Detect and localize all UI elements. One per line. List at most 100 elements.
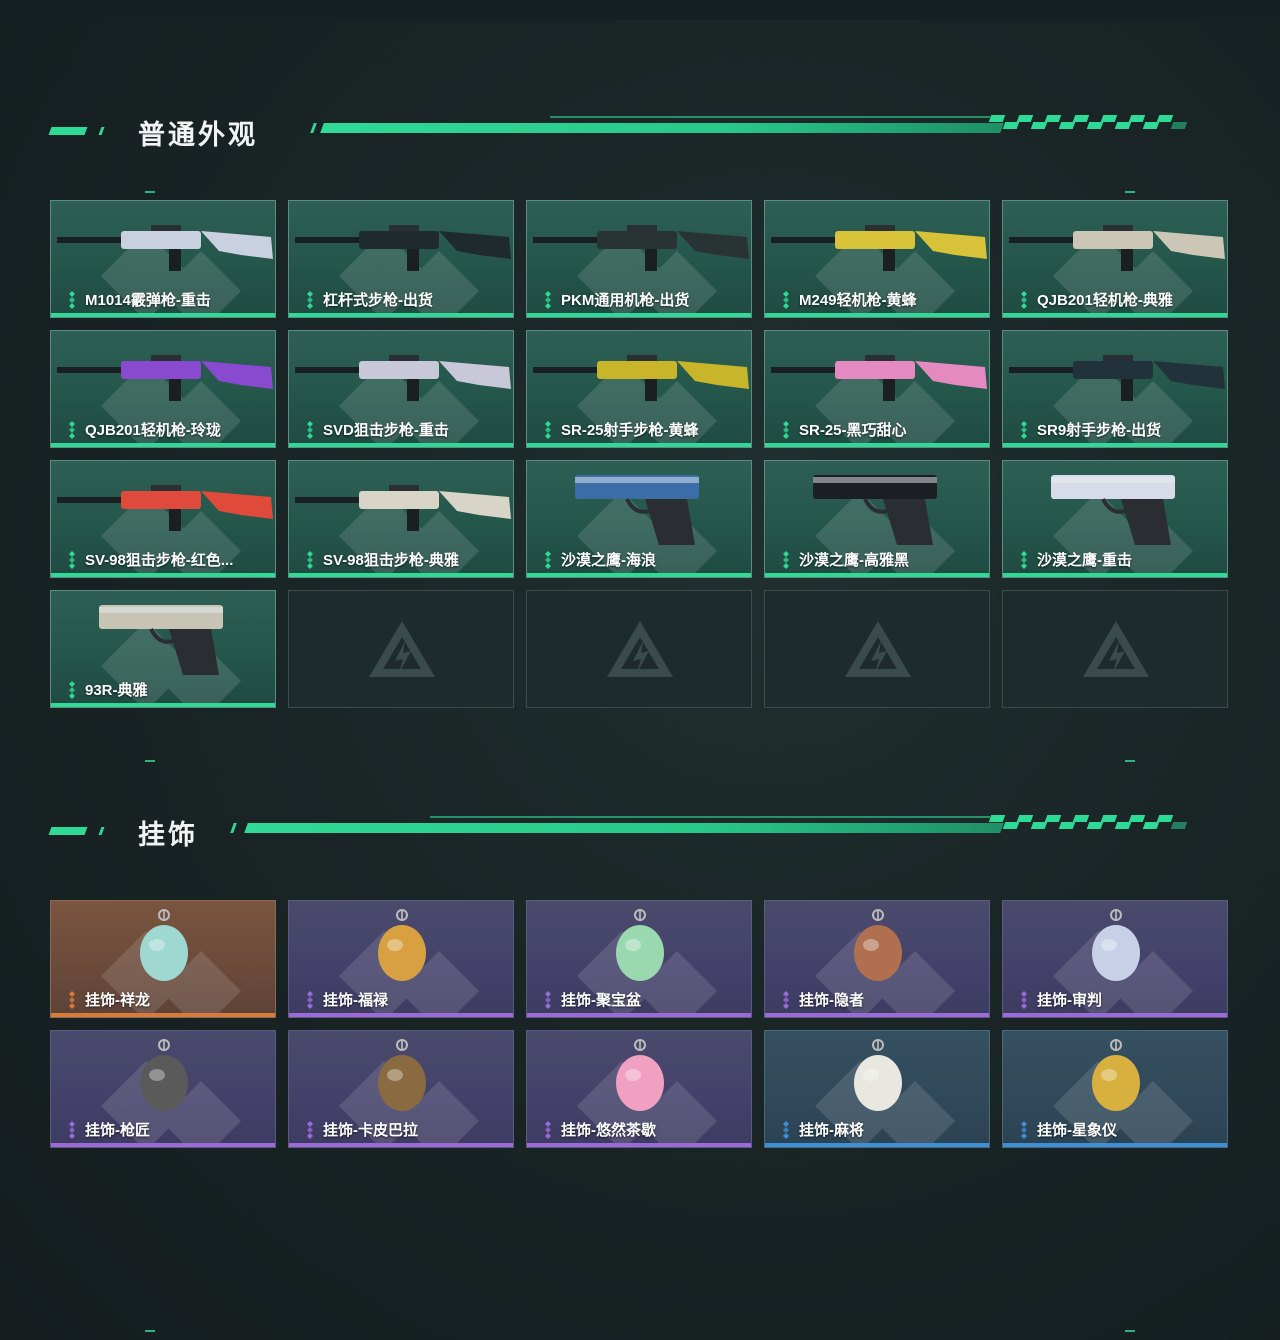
item-label: 挂饰-福禄 xyxy=(323,992,388,1009)
corner-mark xyxy=(1125,1330,1135,1332)
header-thin-line xyxy=(550,116,990,118)
rarity-diamond-icon xyxy=(1021,421,1027,439)
charm-image xyxy=(378,909,426,981)
item-label: M249轻机枪-黄蜂 xyxy=(799,292,917,309)
empty-slot xyxy=(288,590,514,708)
item-card[interactable]: 挂饰-隐者 xyxy=(764,900,990,1018)
corner-mark xyxy=(1125,760,1135,762)
header-checker-pattern xyxy=(988,815,1200,829)
rarity-diamond-icon xyxy=(545,291,551,309)
item-card[interactable]: 沙漠之鹰-重击 xyxy=(1002,460,1228,578)
item-card[interactable]: M1014霰弹枪-重击 xyxy=(50,200,276,318)
delta-logo-icon xyxy=(369,621,435,677)
weapon-image xyxy=(57,355,273,401)
item-label: 93R-典雅 xyxy=(85,682,148,699)
item-label: SV-98狙击步枪-典雅 xyxy=(323,552,459,569)
item-label: 挂饰-枪匠 xyxy=(85,1122,150,1139)
rarity-diamond-icon xyxy=(69,291,75,309)
item-label: SV-98狙击步枪-红色... xyxy=(85,552,234,569)
rarity-diamond-icon xyxy=(545,1121,551,1139)
rarity-diamond-icon xyxy=(783,551,789,569)
rarity-diamond-icon xyxy=(307,421,313,439)
item-card[interactable]: SV-98狙击步枪-红色... xyxy=(50,460,276,578)
item-label: 杠杆式步枪-出货 xyxy=(323,292,433,309)
item-card[interactable]: PKM通用机枪-出货 xyxy=(526,200,752,318)
item-card[interactable]: SR9射手步枪-出货 xyxy=(1002,330,1228,448)
item-card[interactable]: 挂饰-聚宝盆 xyxy=(526,900,752,1018)
charm-image xyxy=(854,1039,902,1111)
item-card[interactable]: 挂饰-麻将 xyxy=(764,1030,990,1148)
item-card[interactable]: 挂饰-卡皮巴拉 xyxy=(288,1030,514,1148)
header-thin-line xyxy=(430,816,990,818)
weapon-image xyxy=(533,225,749,271)
delta-logo-icon xyxy=(607,621,673,677)
item-label: PKM通用机枪-出货 xyxy=(561,292,690,309)
charm-image xyxy=(616,1039,664,1111)
empty-slot xyxy=(1002,590,1228,708)
pistol-image xyxy=(575,475,699,545)
rarity-diamond-icon xyxy=(783,991,789,1009)
item-label: 挂饰-卡皮巴拉 xyxy=(323,1122,418,1139)
weapon-image xyxy=(533,355,749,401)
item-label: 挂饰-聚宝盆 xyxy=(561,992,641,1009)
item-card[interactable]: 沙漠之鹰-海浪 xyxy=(526,460,752,578)
weapon-image xyxy=(295,485,511,531)
item-card[interactable]: 挂饰-悠然茶歇 xyxy=(526,1030,752,1148)
item-label: SR-25-黑巧甜心 xyxy=(799,422,907,439)
header-line xyxy=(320,123,1004,133)
item-card[interactable]: 挂饰-星象仪 xyxy=(1002,1030,1228,1148)
item-card[interactable]: 挂饰-枪匠 xyxy=(50,1030,276,1148)
header-accent-tick xyxy=(98,827,105,835)
rarity-diamond-icon xyxy=(545,421,551,439)
rarity-diamond-icon xyxy=(307,991,313,1009)
item-card[interactable]: 沙漠之鹰-高雅黑 xyxy=(764,460,990,578)
item-label: 挂饰-祥龙 xyxy=(85,992,150,1009)
item-label: QJB201轻机枪-典雅 xyxy=(1037,292,1173,309)
item-label: SR9射手步枪-出货 xyxy=(1037,422,1162,439)
weapon-image xyxy=(771,225,987,271)
item-card[interactable]: SVD狙击步枪-重击 xyxy=(288,330,514,448)
rarity-diamond-icon xyxy=(1021,551,1027,569)
header-accent-dash xyxy=(48,827,88,835)
delta-logo-icon xyxy=(1083,621,1149,677)
rarity-diamond-icon xyxy=(69,681,75,699)
charm-image xyxy=(1092,1039,1140,1111)
section-title: 挂饰 xyxy=(138,820,198,850)
weapon-image xyxy=(295,225,511,271)
pistol-image xyxy=(813,475,937,545)
weapon-image xyxy=(295,355,511,401)
rarity-diamond-icon xyxy=(545,551,551,569)
charm-image xyxy=(378,1039,426,1111)
item-card[interactable]: SR-25射手步枪-黄蜂 xyxy=(526,330,752,448)
empty-slot xyxy=(526,590,752,708)
weapon-image xyxy=(771,355,987,401)
item-label: 挂饰-悠然茶歇 xyxy=(561,1122,656,1139)
weapon-image xyxy=(57,225,273,271)
item-card[interactable]: 挂饰-审判 xyxy=(1002,900,1228,1018)
item-card[interactable]: SR-25-黑巧甜心 xyxy=(764,330,990,448)
item-card[interactable]: M249轻机枪-黄蜂 xyxy=(764,200,990,318)
weapon-image xyxy=(57,485,273,531)
weapon-image xyxy=(1009,355,1225,401)
corner-mark xyxy=(145,760,155,762)
header-accent-tick xyxy=(98,127,105,135)
item-card[interactable]: 挂饰-福禄 xyxy=(288,900,514,1018)
item-card[interactable]: 挂饰-祥龙 xyxy=(50,900,276,1018)
item-card[interactable]: QJB201轻机枪-玲珑 xyxy=(50,330,276,448)
charm-image xyxy=(140,1039,188,1111)
header-line-tick xyxy=(310,123,317,133)
charm-image xyxy=(854,909,902,981)
charm-image xyxy=(1092,909,1140,981)
rarity-diamond-icon xyxy=(783,421,789,439)
section-header-charms: 挂饰 xyxy=(48,815,1200,850)
item-card[interactable]: 杠杆式步枪-出货 xyxy=(288,200,514,318)
header-accent-dash xyxy=(48,127,88,135)
corner-mark xyxy=(145,191,155,193)
section-header-skins: 普通外观 xyxy=(48,115,1200,150)
item-card[interactable]: QJB201轻机枪-典雅 xyxy=(1002,200,1228,318)
item-card[interactable]: SV-98狙击步枪-典雅 xyxy=(288,460,514,578)
item-label: 沙漠之鹰-高雅黑 xyxy=(799,552,909,569)
pistol-image xyxy=(1051,475,1175,545)
item-card[interactable]: 93R-典雅 xyxy=(50,590,276,708)
item-label: 挂饰-星象仪 xyxy=(1037,1122,1117,1139)
